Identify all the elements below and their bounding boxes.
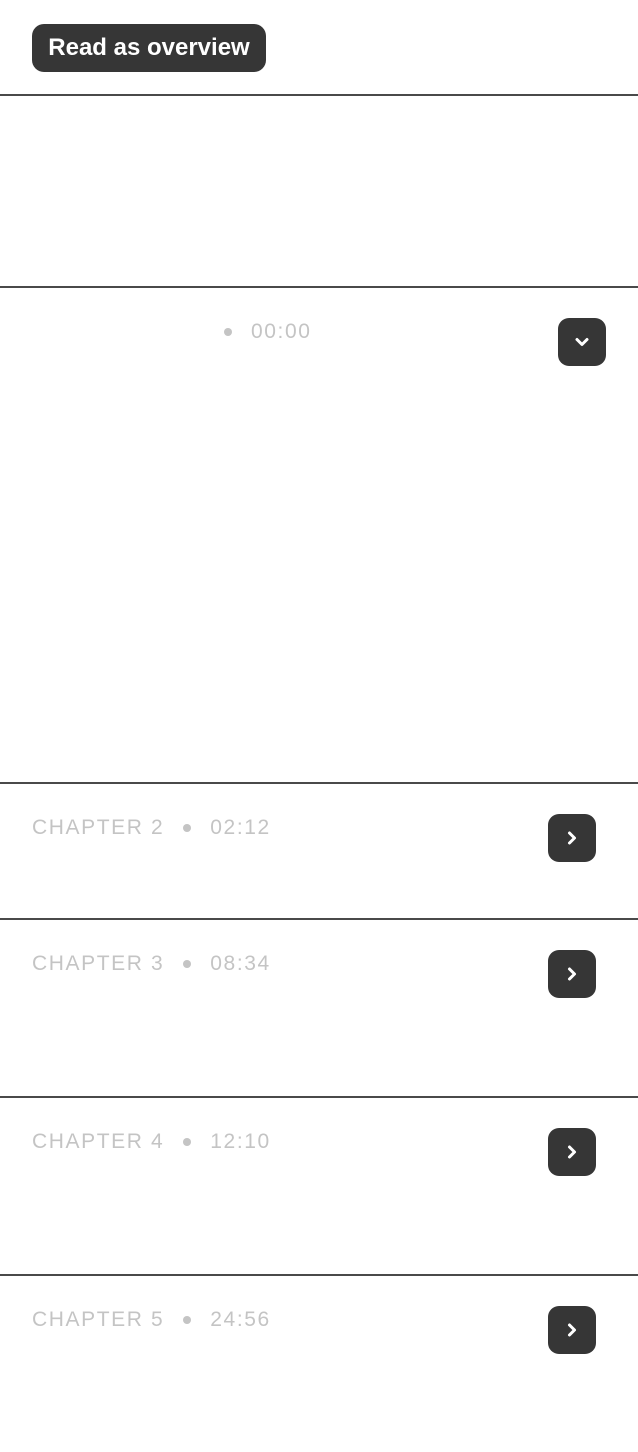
- chapter-4-divider: [0, 1096, 638, 1098]
- separator-dot: [183, 824, 192, 832]
- chapter-2-time: 02:12: [210, 816, 271, 839]
- chevron-right-icon: [568, 1145, 576, 1159]
- chapter-3-expand-button[interactable]: [548, 950, 596, 998]
- chapter-5-divider: [0, 1274, 638, 1276]
- chapter-4-meta: CHAPTER 4 12:10: [32, 1127, 271, 1157]
- chapter-4-expand-button[interactable]: [548, 1128, 596, 1176]
- chapter-5-meta: CHAPTER 5 24:56: [32, 1305, 271, 1335]
- chapter-1-collapse-button[interactable]: [558, 318, 606, 366]
- chapter-1-time: 00:00: [251, 320, 312, 343]
- chevron-down-icon: [575, 338, 589, 346]
- chapter-5-time: 24:56: [210, 1308, 271, 1331]
- chapter-1-meta: 00:00: [224, 317, 312, 347]
- separator-dot: [183, 1316, 192, 1324]
- chapter-5-label: CHAPTER 5: [32, 1308, 165, 1331]
- separator-dot: [183, 1138, 192, 1146]
- header-divider: [0, 94, 638, 96]
- chevron-right-icon: [568, 967, 576, 981]
- separator-dot: [183, 960, 192, 968]
- chapter-2-divider: [0, 782, 638, 784]
- chapter-3-time: 08:34: [210, 952, 271, 975]
- separator-dot: [224, 328, 232, 336]
- chevron-right-icon: [568, 831, 576, 845]
- chapter-1-divider: [0, 286, 638, 288]
- chapter-2-meta: CHAPTER 2 02:12: [32, 813, 271, 843]
- chapter-4-label: CHAPTER 4: [32, 1130, 165, 1153]
- chapter-5-expand-button[interactable]: [548, 1306, 596, 1354]
- chapter-2-expand-button[interactable]: [548, 814, 596, 862]
- chapter-4-time: 12:10: [210, 1130, 271, 1153]
- chapter-3-divider: [0, 918, 638, 920]
- chapter-3-label: CHAPTER 3: [32, 952, 165, 975]
- chevron-right-icon: [568, 1323, 576, 1337]
- read-as-overview-button[interactable]: Read as overview: [32, 24, 266, 72]
- chapter-2-label: CHAPTER 2: [32, 816, 165, 839]
- chapter-3-meta: CHAPTER 3 08:34: [32, 949, 271, 979]
